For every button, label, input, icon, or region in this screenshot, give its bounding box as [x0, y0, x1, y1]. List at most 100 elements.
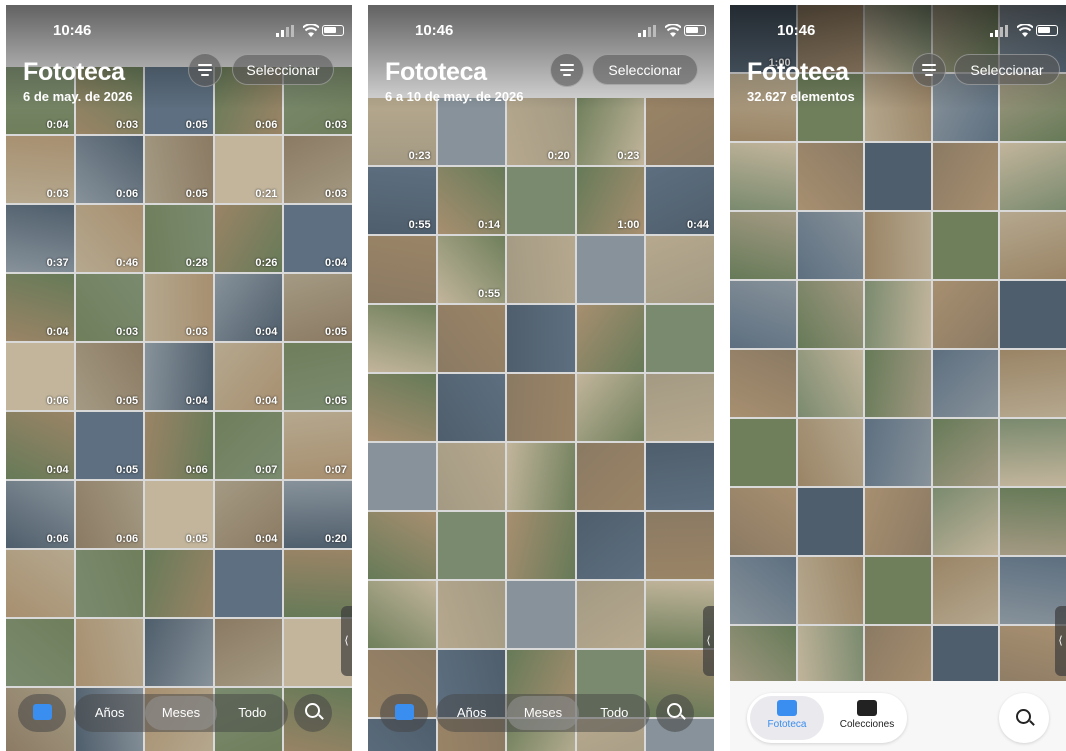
photo-thumbnail[interactable] [507, 443, 575, 510]
photo-thumbnail[interactable] [646, 374, 714, 441]
photo-thumbnail[interactable] [865, 488, 931, 555]
photos-tab-button[interactable] [380, 694, 428, 732]
segment-years[interactable]: Años [74, 694, 145, 732]
photo-thumbnail[interactable] [437, 512, 506, 579]
photo-thumbnail[interactable] [368, 581, 436, 648]
photo-thumbnail[interactable]: 0:05 [145, 481, 213, 548]
photo-thumbnail[interactable]: 0:06 [6, 343, 74, 410]
photo-thumbnail[interactable]: 0:03 [145, 274, 213, 341]
filter-sort-button[interactable] [550, 53, 584, 87]
photo-thumbnail[interactable] [865, 281, 931, 348]
photo-thumbnail[interactable]: 0:55 [368, 167, 436, 234]
photo-thumbnail[interactable] [932, 281, 999, 348]
photo-thumbnail[interactable] [6, 550, 74, 617]
photo-thumbnail[interactable]: 0:04 [145, 343, 213, 410]
photo-thumbnail[interactable]: 0:04 [214, 343, 283, 410]
photo-thumbnail[interactable] [730, 350, 796, 417]
photo-thumbnail[interactable] [865, 212, 931, 279]
photo-thumbnail[interactable] [145, 619, 213, 686]
photo-thumbnail[interactable] [797, 419, 864, 486]
photo-thumbnail[interactable]: 0:06 [75, 481, 144, 548]
photo-thumbnail[interactable]: 0:14 [437, 167, 506, 234]
photo-thumbnail[interactable]: 0:05 [284, 274, 352, 341]
photo-thumbnail[interactable]: 0:04 [214, 481, 283, 548]
photo-thumbnail[interactable] [646, 512, 714, 579]
photo-thumbnail[interactable]: 0:46 [75, 205, 144, 272]
photo-thumbnail[interactable] [730, 143, 796, 210]
segment-months[interactable]: Meses [507, 696, 579, 730]
search-button[interactable] [656, 694, 694, 732]
photo-thumbnail[interactable] [145, 550, 213, 617]
photo-thumbnail[interactable] [576, 581, 645, 648]
photo-thumbnail[interactable] [932, 212, 999, 279]
photo-thumbnail[interactable] [797, 350, 864, 417]
photo-thumbnail[interactable]: 0:44 [646, 167, 714, 234]
photo-thumbnail[interactable] [507, 581, 575, 648]
photo-thumbnail[interactable] [730, 488, 796, 555]
photo-thumbnail[interactable] [932, 143, 999, 210]
side-panel-tab[interactable]: ⟨ [703, 606, 714, 676]
select-button[interactable]: Seleccionar [232, 54, 334, 85]
photo-thumbnail[interactable]: 0:05 [75, 412, 144, 479]
photo-thumbnail[interactable]: 0:06 [75, 136, 144, 203]
select-button[interactable]: Seleccionar [954, 54, 1060, 85]
photo-thumbnail[interactable] [368, 443, 436, 510]
photo-thumbnail[interactable]: 0:03 [75, 274, 144, 341]
photo-thumbnail[interactable] [1000, 488, 1066, 555]
photo-thumbnail[interactable] [865, 143, 931, 210]
photo-thumbnail[interactable] [730, 419, 796, 486]
photo-thumbnail[interactable]: 0:04 [6, 412, 74, 479]
photo-thumbnail[interactable] [797, 488, 864, 555]
photo-thumbnail[interactable] [576, 443, 645, 510]
photo-thumbnail[interactable]: 0:06 [6, 481, 74, 548]
photo-thumbnail[interactable] [368, 305, 436, 372]
side-panel-tab[interactable]: ⟨ [341, 606, 352, 676]
photo-thumbnail[interactable] [797, 557, 864, 624]
photo-thumbnail[interactable]: 0:04 [6, 274, 74, 341]
segment-all[interactable]: Todo [579, 694, 650, 732]
photo-thumbnail[interactable] [576, 374, 645, 441]
photo-thumbnail[interactable] [437, 305, 506, 372]
photo-thumbnail[interactable] [1000, 419, 1066, 486]
photo-thumbnail[interactable] [730, 212, 796, 279]
photo-thumbnail[interactable] [932, 350, 999, 417]
photo-thumbnail[interactable] [576, 305, 645, 372]
photo-thumbnail[interactable] [797, 281, 864, 348]
photo-thumbnail[interactable] [797, 212, 864, 279]
photo-thumbnail[interactable]: 0:07 [284, 412, 352, 479]
segment-all[interactable]: Todo [217, 694, 288, 732]
search-button[interactable] [294, 694, 332, 732]
photo-thumbnail[interactable] [507, 236, 575, 303]
photo-thumbnail[interactable] [214, 619, 283, 686]
photo-thumbnail[interactable] [507, 374, 575, 441]
photo-thumbnail[interactable] [865, 419, 931, 486]
photo-thumbnail[interactable] [437, 374, 506, 441]
select-button[interactable]: Seleccionar [592, 54, 698, 85]
photo-thumbnail[interactable]: 0:05 [145, 136, 213, 203]
filter-sort-button[interactable] [912, 53, 946, 87]
photo-thumbnail[interactable] [646, 236, 714, 303]
photo-thumbnail[interactable]: 0:37 [6, 205, 74, 272]
photo-thumbnail[interactable] [1000, 212, 1066, 279]
photo-thumbnail[interactable] [576, 236, 645, 303]
photo-thumbnail[interactable] [865, 557, 931, 624]
photo-thumbnail[interactable] [507, 305, 575, 372]
photo-thumbnail[interactable] [1000, 350, 1066, 417]
photo-thumbnail[interactable] [368, 374, 436, 441]
filter-sort-button[interactable] [188, 53, 222, 87]
photo-thumbnail[interactable]: 0:05 [284, 343, 352, 410]
photo-thumbnail[interactable]: 0:21 [214, 136, 283, 203]
photo-thumbnail[interactable] [646, 305, 714, 372]
photo-thumbnail[interactable] [6, 619, 74, 686]
tab-library[interactable]: Fototeca [750, 696, 824, 740]
photo-thumbnail[interactable]: 0:05 [75, 343, 144, 410]
search-button[interactable] [999, 693, 1049, 743]
photo-thumbnail[interactable]: 0:04 [214, 274, 283, 341]
photo-thumbnail[interactable] [368, 512, 436, 579]
photo-thumbnail[interactable] [368, 236, 436, 303]
photo-thumbnail[interactable] [730, 281, 796, 348]
photo-thumbnail[interactable]: 0:55 [437, 236, 506, 303]
photo-thumbnail[interactable] [797, 143, 864, 210]
photo-thumbnail[interactable]: 0:06 [145, 412, 213, 479]
photo-thumbnail[interactable] [646, 443, 714, 510]
